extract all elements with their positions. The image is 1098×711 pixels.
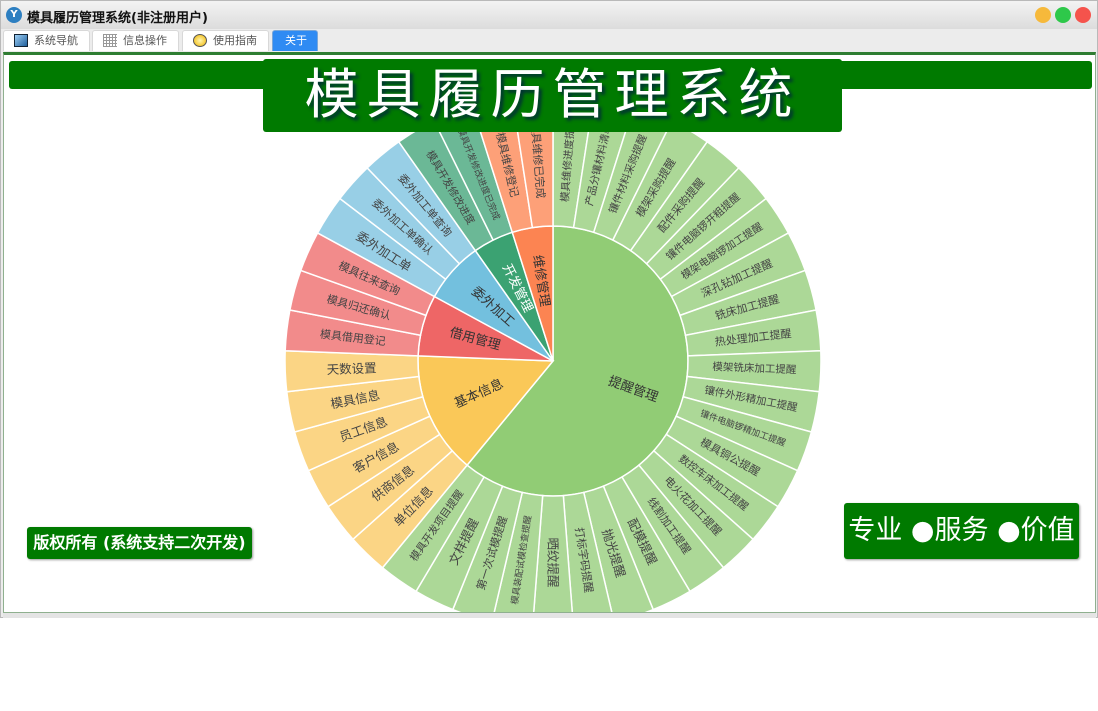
- cloud-y-icon: Y: [6, 7, 22, 23]
- tab-label: 关于: [285, 34, 307, 47]
- tab-about[interactable]: 关于: [272, 30, 318, 51]
- tab-label: 使用指南: [213, 34, 257, 47]
- maximize-button[interactable]: [1055, 7, 1071, 23]
- sunburst-leaf-label: 晒纹提醒: [546, 537, 561, 588]
- tab-info-ops[interactable]: 信息操作: [92, 30, 179, 51]
- tab-system-nav[interactable]: 系统导航: [3, 30, 90, 51]
- title-bar: Y 模具履历管理系统(非注册用户): [1, 1, 1097, 29]
- close-button[interactable]: [1075, 7, 1091, 23]
- page-title: 模具履历管理系统: [263, 59, 842, 132]
- tab-label: 系统导航: [34, 34, 78, 47]
- window-title: 模具履历管理系统(非注册用户): [27, 11, 208, 26]
- copyright-badge: 版权所有 (系统支持二次开发): [27, 527, 252, 559]
- tab-label: 信息操作: [123, 34, 167, 47]
- help-bulb-icon: [193, 34, 207, 47]
- tab-guide[interactable]: 使用指南: [182, 30, 269, 51]
- monitor-icon: [14, 34, 28, 47]
- minimize-button[interactable]: [1035, 7, 1051, 23]
- grid-icon: [103, 34, 117, 47]
- about-panel: 模具维修进度提醒 产品分镶材料清单 镶件材料采购提醒 模架采购提醒 配件采购提醒 镶件电脑…: [3, 52, 1096, 613]
- status-bar: [3, 613, 1096, 618]
- sunburst-leaf-label: 天数设置: [326, 360, 377, 377]
- slogan-badge: 专业 ●服务 ●价值: [844, 503, 1079, 559]
- tab-bar: 系统导航 信息操作 使用指南 关于: [1, 29, 1097, 51]
- app-window: Y 模具履历管理系统(非注册用户) 系统导航 信息操作 使用指南 关于 模具维修…: [0, 0, 1098, 618]
